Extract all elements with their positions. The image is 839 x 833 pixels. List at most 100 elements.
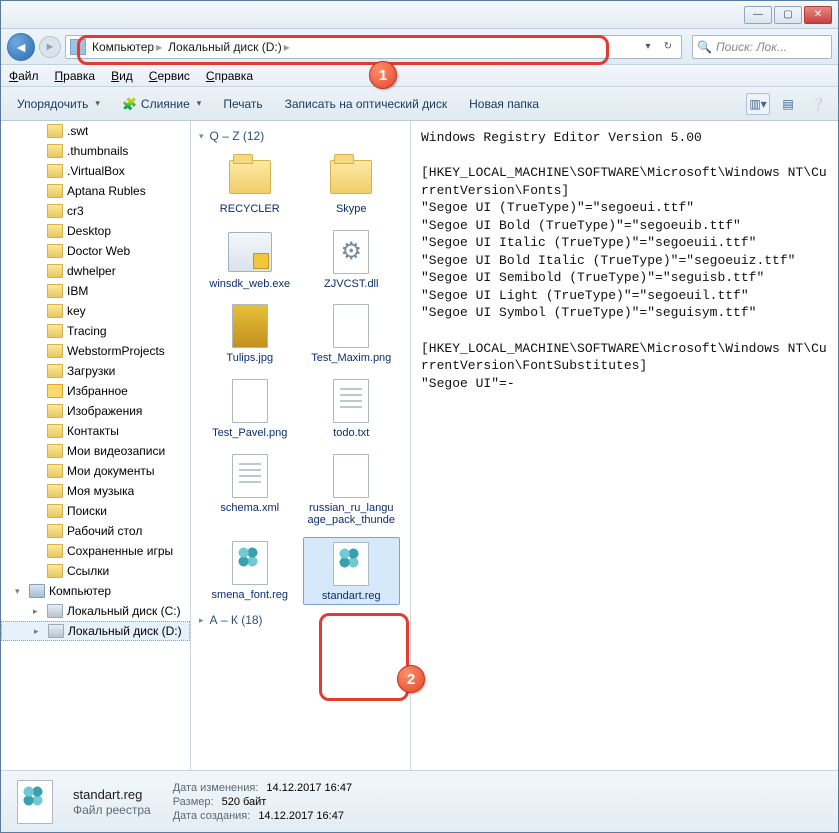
folder-tree[interactable]: .swt.thumbnails.VirtualBox Aptana Rubles c…: [1, 121, 191, 770]
crumb-label: Компьютер: [92, 40, 154, 54]
menu-bar: Файл Правка Вид Сервис Справка: [1, 65, 838, 87]
breadcrumb-drive[interactable]: Локальный диск (D:) ▸: [168, 40, 290, 54]
chevron-right-icon[interactable]: ▸: [284, 40, 290, 54]
tree-item[interactable]: WebstormProjects: [1, 341, 190, 361]
file-name-label: todo.txt: [333, 427, 369, 440]
tree-twisty-icon[interactable]: ▸: [33, 606, 43, 617]
tree-item[interactable]: .VirtualBox: [1, 161, 190, 181]
tree-item[interactable]: ▸ Локальный диск (D:): [1, 621, 190, 641]
file-name-label: Tulips.jpg: [226, 352, 273, 365]
group-header-ak[interactable]: А – К (18): [197, 609, 404, 631]
new-folder-button[interactable]: Новая папка: [461, 94, 547, 114]
preview-icon: ▤: [782, 97, 793, 111]
tree-item[interactable]: Моя музыка: [1, 481, 190, 501]
file-item[interactable]: todo.txt: [303, 375, 401, 442]
minimize-button[interactable]: —: [744, 6, 772, 24]
tree-item[interactable]: Загрузки: [1, 361, 190, 381]
tree-item[interactable]: Избранное: [1, 381, 190, 401]
file-item[interactable]: Test_Maxim.png: [303, 300, 401, 367]
reg-icon: [327, 540, 375, 588]
group-header-qz[interactable]: Q – Z (12): [197, 125, 404, 147]
maximize-button[interactable]: ▢: [774, 6, 802, 24]
tree-item[interactable]: Desktop: [1, 221, 190, 241]
address-bar[interactable]: Компьютер ▸ Локальный диск (D:) ▸ ▾ ↻: [65, 35, 682, 59]
menu-edit[interactable]: Правка: [55, 69, 96, 83]
tree-item[interactable]: Doctor Web: [1, 241, 190, 261]
tree-item[interactable]: .swt: [1, 121, 190, 141]
tree-item-label: dwhelper: [67, 264, 116, 278]
details-file-name: standart.reg: [73, 787, 151, 802]
txt-icon: [226, 452, 274, 500]
close-button[interactable]: ✕: [804, 6, 832, 24]
tree-twisty-icon[interactable]: ▸: [34, 626, 44, 637]
file-item[interactable]: standart.reg: [303, 537, 401, 606]
tree-item[interactable]: IBM: [1, 281, 190, 301]
tree-item[interactable]: Мои видеозаписи: [1, 441, 190, 461]
merge-button[interactable]: 🧩 Слияние: [114, 94, 209, 114]
organize-button[interactable]: Упорядочить: [9, 94, 108, 114]
refresh-button[interactable]: ↻: [659, 38, 677, 56]
menu-help[interactable]: Справка: [206, 69, 253, 83]
view-mode-button[interactable]: ▥▾: [746, 93, 770, 115]
help-button[interactable]: ❔: [806, 93, 830, 115]
tree-item[interactable]: cr3: [1, 201, 190, 221]
menu-file[interactable]: Файл: [9, 69, 39, 83]
burn-button[interactable]: Записать на оптический диск: [277, 94, 456, 114]
file-item[interactable]: russian_ru_language_pack_thunde: [303, 450, 401, 529]
menu-view[interactable]: Вид: [111, 69, 133, 83]
tree-item[interactable]: Tracing: [1, 321, 190, 341]
tree-item[interactable]: ▾Компьютер: [1, 581, 190, 601]
preview-pane-button[interactable]: ▤: [776, 93, 800, 115]
tree-item[interactable]: key: [1, 301, 190, 321]
tree-item-label: Сохраненные игры: [67, 544, 173, 558]
print-button[interactable]: Печать: [215, 94, 270, 114]
file-item[interactable]: Tulips.jpg: [201, 300, 299, 367]
tree-item[interactable]: Рабочий стол: [1, 521, 190, 541]
file-name-label: smena_font.reg: [212, 589, 288, 602]
menu-tools[interactable]: Сервис: [149, 69, 190, 83]
tree-item-label: Избранное: [67, 384, 128, 398]
merge-icon: 🧩: [122, 97, 137, 111]
folder-icon: [47, 184, 63, 198]
breadcrumb-computer[interactable]: Компьютер ▸: [92, 40, 162, 54]
file-item[interactable]: smena_font.reg: [201, 537, 299, 606]
main-content: .swt.thumbnails.VirtualBox Aptana Rubles c…: [1, 121, 838, 770]
drive-icon: [70, 39, 86, 55]
tree-item[interactable]: .thumbnails: [1, 141, 190, 161]
back-button[interactable]: ◄: [7, 33, 35, 61]
tree-item[interactable]: Изображения: [1, 401, 190, 421]
tree-item[interactable]: Ссылки: [1, 561, 190, 581]
address-dropdown-button[interactable]: ▾: [639, 38, 657, 56]
folder-icon: [47, 464, 63, 478]
file-list[interactable]: Q – Z (12) RECYCLER Skypewinsdk_web.exeZJ…: [191, 121, 411, 770]
folder-icon: [47, 544, 63, 558]
tree-item[interactable]: Поиски: [1, 501, 190, 521]
file-item[interactable]: schema.xml: [201, 450, 299, 529]
folder-icon: [47, 124, 63, 138]
tree-item[interactable]: Aptana Rubles: [1, 181, 190, 201]
file-name-label: RECYCLER: [220, 203, 280, 216]
file-item[interactable]: ZJVCST.dll: [303, 226, 401, 293]
forward-button[interactable]: ►: [39, 36, 61, 58]
search-input[interactable]: 🔍 Поиск: Лок...: [692, 35, 832, 59]
folder-icon: [47, 304, 63, 318]
details-size-label: Размер:: [173, 796, 218, 808]
folder-icon: [47, 524, 63, 538]
details-file-type: Файл реестра: [73, 803, 151, 817]
tree-item-label: Локальный диск (D:): [68, 624, 182, 638]
tree-item-label: Aptana Rubles: [67, 184, 146, 198]
tree-item[interactable]: Сохраненные игры: [1, 541, 190, 561]
file-item[interactable]: Skype: [303, 151, 401, 218]
folder-icon: [47, 484, 63, 498]
folder-icon: [47, 264, 63, 278]
tree-twisty-icon[interactable]: ▾: [15, 586, 25, 597]
folder-icon: [47, 144, 63, 158]
file-item[interactable]: Test_Pavel.png: [201, 375, 299, 442]
tree-item[interactable]: Мои документы: [1, 461, 190, 481]
chevron-right-icon[interactable]: ▸: [156, 40, 162, 54]
file-item[interactable]: RECYCLER: [201, 151, 299, 218]
tree-item[interactable]: dwhelper: [1, 261, 190, 281]
file-item[interactable]: winsdk_web.exe: [201, 226, 299, 293]
tree-item[interactable]: Контакты: [1, 421, 190, 441]
tree-item[interactable]: ▸Локальный диск (C:): [1, 601, 190, 621]
